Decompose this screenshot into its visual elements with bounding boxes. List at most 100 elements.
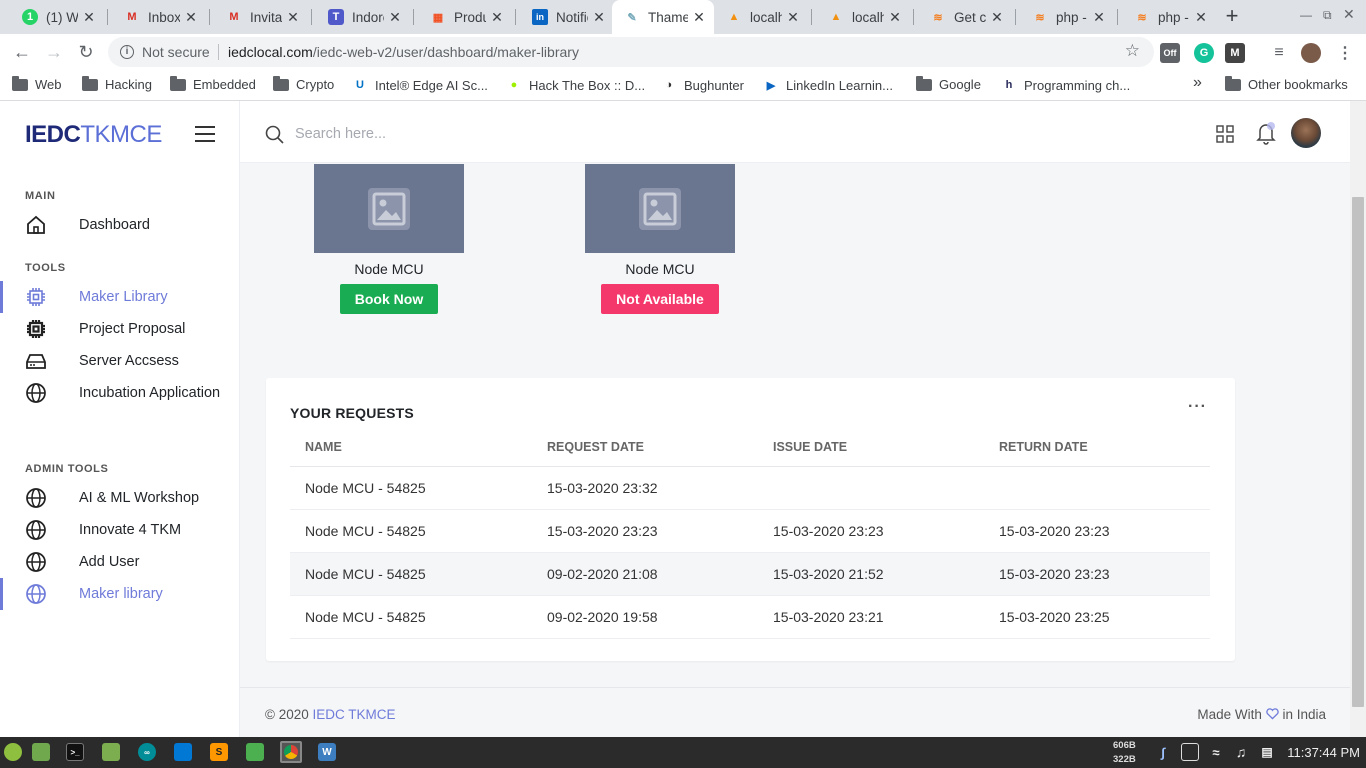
- keyboard-icon[interactable]: [1181, 743, 1199, 761]
- bookmark-item[interactable]: ● Hack The Box :: D...: [506, 77, 645, 93]
- sidebar-item[interactable]: Server Accsess: [0, 345, 239, 377]
- tab-close-icon[interactable]: ✕: [786, 9, 800, 26]
- column-header[interactable]: REQUEST DATE: [532, 428, 758, 467]
- tab-close-icon[interactable]: ✕: [1194, 9, 1208, 26]
- files-icon[interactable]: [102, 743, 120, 761]
- info-icon[interactable]: i: [120, 45, 134, 59]
- bookmark-item[interactable]: ▶ LinkedIn Learnin...: [763, 77, 893, 93]
- bookmark-item[interactable]: Hacking: [82, 75, 152, 92]
- other-bookmarks[interactable]: Other bookmarks: [1225, 75, 1348, 92]
- profile-avatar-icon[interactable]: [1301, 43, 1321, 63]
- sidebar-item[interactable]: Add User: [0, 546, 239, 578]
- notification-bell-icon[interactable]: [1256, 121, 1276, 145]
- image-placeholder-icon: [639, 187, 681, 230]
- tab-close-icon[interactable]: ✕: [888, 9, 902, 26]
- bookmark-item[interactable]: h Programming ch...: [1001, 77, 1131, 93]
- notes-icon[interactable]: ▤: [1258, 743, 1276, 761]
- table-row[interactable]: Node MCU - 54825 09-02-2020 19:58 15-03-20…: [290, 595, 1210, 639]
- bookmark-item[interactable]: U Intel® Edge AI Sc...: [352, 77, 488, 93]
- browser-tab[interactable]: M Inbox ✕: [112, 0, 206, 34]
- browser-tab[interactable]: ▲ localh ✕: [816, 0, 910, 34]
- browser-tab[interactable]: ≋ Get cu✕: [918, 0, 1012, 34]
- sidebar-item[interactable]: Maker Library: [0, 281, 239, 313]
- media-control-icon[interactable]: ≡: [1269, 43, 1289, 63]
- tab-close-icon[interactable]: ✕: [82, 9, 96, 26]
- sidebar-item[interactable]: Innovate 4 TKM: [0, 514, 239, 546]
- browser-tab[interactable]: 1 (1) Wh✕: [10, 0, 104, 34]
- table-row[interactable]: Node MCU - 54825 15-03-2020 23:32: [290, 466, 1210, 510]
- folder-icon: [916, 75, 932, 91]
- sound-icon[interactable]: ♫: [1232, 743, 1250, 761]
- site-logo[interactable]: IEDCTKMCE: [25, 121, 162, 149]
- column-header[interactable]: RETURN DATE: [984, 428, 1210, 467]
- minimize-icon[interactable]: —: [1300, 8, 1312, 22]
- wifi-icon[interactable]: ≈: [1207, 743, 1225, 761]
- browser-tab[interactable]: ▦ Produ✕: [418, 0, 512, 34]
- sidebar-item[interactable]: Dashboard: [0, 209, 239, 241]
- bookmark-item[interactable]: Crypto: [273, 75, 334, 92]
- tab-close-icon[interactable]: ✕: [388, 9, 402, 26]
- tab-close-icon[interactable]: ✕: [286, 9, 300, 26]
- column-header[interactable]: ISSUE DATE: [758, 428, 984, 467]
- browser-tab[interactable]: M Invitat✕: [214, 0, 308, 34]
- terminal-icon[interactable]: >_: [66, 743, 84, 761]
- browser-tab[interactable]: ▲ localh ✕: [714, 0, 808, 34]
- tab-close-icon[interactable]: ✕: [692, 9, 706, 26]
- page-scrollbar[interactable]: [1350, 101, 1366, 737]
- tab-close-icon[interactable]: ✕: [990, 9, 1004, 26]
- bookmark-item[interactable]: ◑ Bughunter: [661, 77, 744, 93]
- gmail-extension-icon[interactable]: M: [1225, 43, 1245, 63]
- column-header[interactable]: NAME: [290, 428, 532, 467]
- browser-menu-icon[interactable]: ⋮: [1335, 43, 1355, 63]
- new-tab-button[interactable]: +: [1222, 5, 1242, 29]
- browser-tab[interactable]: T Indore✕: [316, 0, 410, 34]
- forward-icon[interactable]: →: [43, 41, 65, 63]
- menu-launcher-icon[interactable]: [4, 743, 22, 761]
- close-window-icon[interactable]: ✕: [1343, 6, 1355, 23]
- footer-brand-link[interactable]: IEDC TKMCE: [313, 707, 396, 722]
- bookmark-item[interactable]: Web: [12, 75, 62, 92]
- sidebar-item[interactable]: Maker library: [0, 578, 239, 610]
- tab-close-icon[interactable]: ✕: [184, 9, 198, 26]
- browser-tab[interactable]: ≋ php - I✕: [1020, 0, 1114, 34]
- restore-icon[interactable]: ⧉: [1323, 8, 1332, 23]
- url-text[interactable]: iedclocal.com/iedc-web-v2/user/dashboard…: [228, 44, 579, 60]
- chrome-taskbar-icon[interactable]: [280, 741, 302, 763]
- book-now-button[interactable]: Book Now: [339, 284, 439, 314]
- grammarly-icon[interactable]: G: [1194, 43, 1214, 63]
- tab-close-icon[interactable]: ✕: [1092, 9, 1106, 26]
- tab-close-icon[interactable]: ✕: [592, 9, 606, 26]
- table-row[interactable]: Node MCU - 54825 15-03-2020 23:23 15-03-20…: [290, 509, 1210, 553]
- calculator-icon[interactable]: [246, 743, 264, 761]
- user-avatar[interactable]: [1291, 118, 1321, 148]
- search-input[interactable]: [295, 122, 795, 146]
- bookmark-item[interactable]: Embedded: [170, 75, 256, 92]
- extension-off-icon[interactable]: Off: [1160, 43, 1180, 63]
- sublime-icon[interactable]: S: [210, 743, 228, 761]
- show-desktop-icon[interactable]: [32, 743, 50, 761]
- sidebar-item[interactable]: Project Proposal: [0, 313, 239, 345]
- tab-close-icon[interactable]: ✕: [490, 9, 504, 26]
- not-available-button[interactable]: Not Available: [601, 284, 719, 314]
- sidebar-item[interactable]: Incubation Application: [0, 377, 239, 409]
- sidebar-item[interactable]: AI & ML Workshop: [0, 482, 239, 514]
- bookmarks-overflow-icon[interactable]: »: [1193, 74, 1202, 92]
- bookmark-star-icon[interactable]: ☆: [1125, 41, 1140, 61]
- browser-tab[interactable]: ✎ Thame ✕: [612, 0, 714, 34]
- arduino-icon[interactable]: ∞: [138, 743, 156, 761]
- gmail-favicon-icon: M: [229, 11, 239, 23]
- more-options-icon[interactable]: ···: [1188, 398, 1207, 416]
- vpn-icon[interactable]: W: [318, 743, 336, 761]
- address-bar[interactable]: i Not secure iedclocal.com/iedc-web-v2/u…: [108, 37, 1154, 67]
- reload-icon[interactable]: ↻: [75, 41, 97, 63]
- bookmark-item[interactable]: Google: [916, 75, 981, 92]
- apps-grid-icon[interactable]: [1216, 125, 1234, 143]
- hamburger-menu-icon[interactable]: [195, 126, 215, 142]
- bluetooth-icon[interactable]: ∫: [1154, 743, 1172, 761]
- back-icon[interactable]: ←: [11, 41, 33, 63]
- table-row[interactable]: Node MCU - 54825 09-02-2020 21:08 15-03-20…: [290, 552, 1210, 596]
- vscode-icon[interactable]: [174, 743, 192, 761]
- browser-tab[interactable]: in Notific✕: [520, 0, 614, 34]
- scrollbar-thumb[interactable]: [1352, 197, 1364, 707]
- browser-tab[interactable]: ≋ php - I✕: [1122, 0, 1216, 34]
